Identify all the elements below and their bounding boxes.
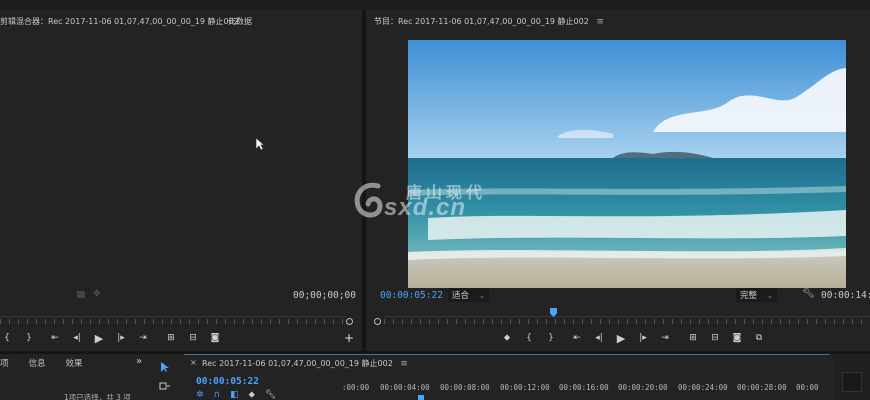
ruler-label: 00:00:16:00 xyxy=(559,383,609,392)
safe-margins-icon[interactable] xyxy=(77,291,85,298)
program-current-timecode[interactable]: 00:00:05:22 xyxy=(380,290,443,301)
metadata-tab[interactable]: 元数据 xyxy=(228,16,252,27)
project-panel-tabs: 项 信息 效果 xyxy=(0,357,103,369)
tools-panel xyxy=(152,356,178,400)
timeline-playhead-icon[interactable] xyxy=(418,395,424,400)
source-add-button-icon[interactable]: + xyxy=(344,331,354,345)
export-frame-icon[interactable]: ◙ xyxy=(204,331,226,345)
mark-out-icon[interactable]: } xyxy=(18,331,40,345)
marker-icon[interactable]: ⬥ xyxy=(249,390,255,400)
ruler-label: 00:00:24:00 xyxy=(678,383,728,392)
ruler-label: 00:00:20:00 xyxy=(618,383,668,392)
tab-project[interactable]: 项 xyxy=(0,357,9,369)
export-frame-icon[interactable]: ◙ xyxy=(726,331,748,345)
ruler-label: :00:00 xyxy=(342,383,370,392)
audio-meter xyxy=(842,372,862,392)
program-monitor-title[interactable]: 节目：Rec 2017-11-06 01,07,47,00_00_00_19 静… xyxy=(374,16,604,27)
go-to-out-icon[interactable]: ⇥ xyxy=(132,331,154,345)
go-to-in-icon[interactable]: ⇤ xyxy=(44,331,66,345)
source-timecode[interactable]: 00;00;00;00 xyxy=(293,290,356,301)
chevron-down-icon: ⌄ xyxy=(479,292,485,300)
snap-icon[interactable]: ✲ xyxy=(196,390,204,400)
chevron-down-icon: ⌄ xyxy=(767,292,773,300)
step-back-icon[interactable]: ◂| xyxy=(66,331,88,345)
top-menu-bar xyxy=(0,0,870,10)
mark-in-icon[interactable]: { xyxy=(0,331,18,345)
program-time-ruler[interactable] xyxy=(384,316,870,328)
extract-icon[interactable]: ⊟ xyxy=(704,331,726,345)
add-marker-tl-icon[interactable]: ◧ xyxy=(230,390,239,400)
tab-effects[interactable]: 效果 xyxy=(66,357,83,369)
go-to-in-icon[interactable]: ⇤ xyxy=(566,331,588,345)
step-forward-icon[interactable]: |▸ xyxy=(632,331,654,345)
source-monitor-panel: 剪辑混合器：Rec 2017-11-06 01,07,47,00_00_00_1… xyxy=(0,10,362,352)
lift-icon[interactable]: ⊞ xyxy=(682,331,704,345)
playback-quality-value: 完整 xyxy=(740,291,758,301)
beach-scene-image xyxy=(408,40,846,288)
metadata-tab-label: 元数据 xyxy=(228,17,252,26)
program-monitor-title-text: 节目：Rec 2017-11-06 01,07,47,00_00_00_19 静… xyxy=(374,17,589,26)
source-transport-controls: { } ⇤ ◂| ▶ |▸ ⇥ ⊞ ⊟ ◙ xyxy=(0,331,226,345)
tabs-overflow-icon[interactable]: » xyxy=(136,356,142,367)
source-monitor-title-text: 剪辑混合器：Rec 2017-11-06 01,07,47,00_00_00_1… xyxy=(0,17,239,26)
go-to-out-icon[interactable]: ⇥ xyxy=(654,331,676,345)
add-marker-icon[interactable]: ⬥ xyxy=(496,331,518,345)
zoom-level-value: 适合 xyxy=(452,291,470,301)
tab-info[interactable]: 信息 xyxy=(29,357,46,369)
zoom-level-select[interactable]: 适合 ⌄ xyxy=(448,288,489,302)
ruler-label: 00:00:12:00 xyxy=(500,383,550,392)
ruler-label: 00:00:08:00 xyxy=(440,383,490,392)
comparison-view-icon[interactable]: ⧉ xyxy=(748,331,770,345)
wrench-icon[interactable]: 🔧︎ xyxy=(802,288,815,299)
timeline-current-timecode[interactable]: 00:00:05:22 xyxy=(196,376,259,387)
playback-quality-select[interactable]: 完整 ⌄ xyxy=(736,288,777,302)
step-back-icon[interactable]: ◂| xyxy=(588,331,610,345)
selection-status-text: 1项已选择，共 3 项 xyxy=(64,393,131,400)
program-transport-controls: ⬥ { } ⇤ ◂| ▶ |▸ ⇥ ⊞ ⊟ ◙ ⧉ xyxy=(496,331,770,345)
timeline-sequence-name: Rec 2017-11-06 01,07,47,00_00_00_19 静止00… xyxy=(202,359,393,368)
program-zoom-handle[interactable] xyxy=(374,318,381,325)
wrench-icon[interactable]: 🔧︎ xyxy=(265,390,276,400)
insert-icon[interactable]: ⊞ xyxy=(160,331,182,345)
drag-video-icon[interactable]: ✥ xyxy=(93,289,101,299)
selection-tool-icon[interactable] xyxy=(156,359,174,375)
panel-menu-icon[interactable]: ≡ xyxy=(596,17,604,27)
mouse-cursor-icon xyxy=(255,137,265,151)
ruler-label: 00:00:28:00 xyxy=(737,383,787,392)
panel-menu-icon[interactable]: ≡ xyxy=(400,359,408,369)
ruler-label: 00:00:04:00 xyxy=(380,383,430,392)
overwrite-icon[interactable]: ⊟ xyxy=(182,331,204,345)
timeline-options-row: ✲ ∩ ◧ ⬥ 🔧︎ xyxy=(196,390,276,400)
timeline-panel: × Rec 2017-11-06 01,07,47,00_00_00_19 静止… xyxy=(184,354,830,400)
source-time-ruler[interactable] xyxy=(0,316,346,328)
program-duration-timecode: 00:00:14:59 xyxy=(821,290,870,301)
track-select-tool-icon[interactable] xyxy=(156,378,174,394)
step-forward-icon[interactable]: |▸ xyxy=(110,331,132,345)
mark-out-icon[interactable]: } xyxy=(540,331,562,345)
close-tab-icon[interactable]: × xyxy=(190,358,197,367)
audio-meter-panel xyxy=(834,354,870,400)
timeline-sequence-tab[interactable]: Rec 2017-11-06 01,07,47,00_00_00_19 静止00… xyxy=(202,358,408,369)
source-zoom-handle[interactable] xyxy=(346,318,353,325)
program-video-frame[interactable] xyxy=(408,40,846,288)
linked-selection-icon[interactable]: ∩ xyxy=(214,390,221,400)
ruler-label: 00:00 xyxy=(796,383,819,392)
timeline-ruler[interactable]: :00:00 00:00:04:00 00:00:08:00 00:00:12:… xyxy=(342,383,822,393)
play-icon[interactable]: ▶ xyxy=(610,331,632,345)
mark-in-icon[interactable]: { xyxy=(518,331,540,345)
play-icon[interactable]: ▶ xyxy=(88,331,110,345)
source-monitor-title[interactable]: 剪辑混合器：Rec 2017-11-06 01,07,47,00_00_00_1… xyxy=(0,16,239,27)
